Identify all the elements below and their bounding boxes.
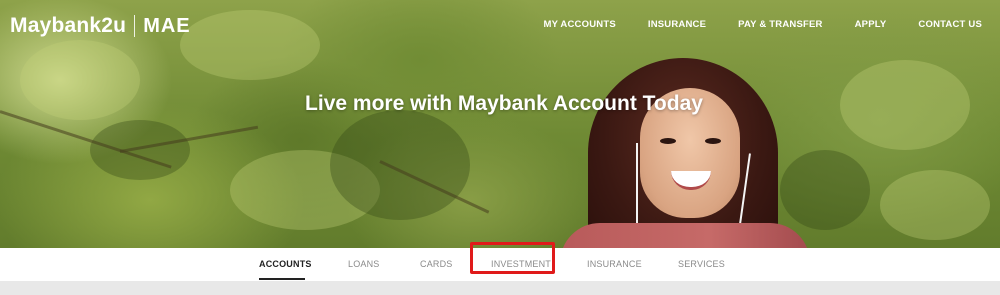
hero-headline: Live more with Maybank Account Today <box>305 92 703 115</box>
logo-brand-text: Maybank2u <box>10 14 127 37</box>
investment-highlight-box <box>470 242 555 274</box>
tab-accounts[interactable]: ACCOUNTS <box>259 259 312 269</box>
tab-cards[interactable]: CARDS <box>420 259 453 269</box>
nav-my-accounts[interactable]: MY ACCOUNTS <box>543 19 615 30</box>
mae-logo-text: MAE <box>143 14 191 37</box>
content-area-top <box>0 281 1000 295</box>
nav-insurance[interactable]: INSURANCE <box>648 19 706 30</box>
nav-contact-us[interactable]: CONTACT US <box>918 19 982 30</box>
logo-divider <box>134 15 136 37</box>
tab-loans[interactable]: LOANS <box>348 259 380 269</box>
nav-pay-transfer[interactable]: PAY & TRANSFER <box>738 19 822 30</box>
active-tab-underline <box>259 278 305 280</box>
nav-apply[interactable]: APPLY <box>855 19 887 30</box>
maybank2u-logo[interactable]: Maybank2u MAE <box>10 14 191 38</box>
hero-person-image <box>560 58 820 248</box>
tab-services[interactable]: SERVICES <box>678 259 725 269</box>
tab-insurance[interactable]: INSURANCE <box>587 259 642 269</box>
top-navigation: MY ACCOUNTS INSURANCE PAY & TRANSFER APP… <box>511 19 982 30</box>
